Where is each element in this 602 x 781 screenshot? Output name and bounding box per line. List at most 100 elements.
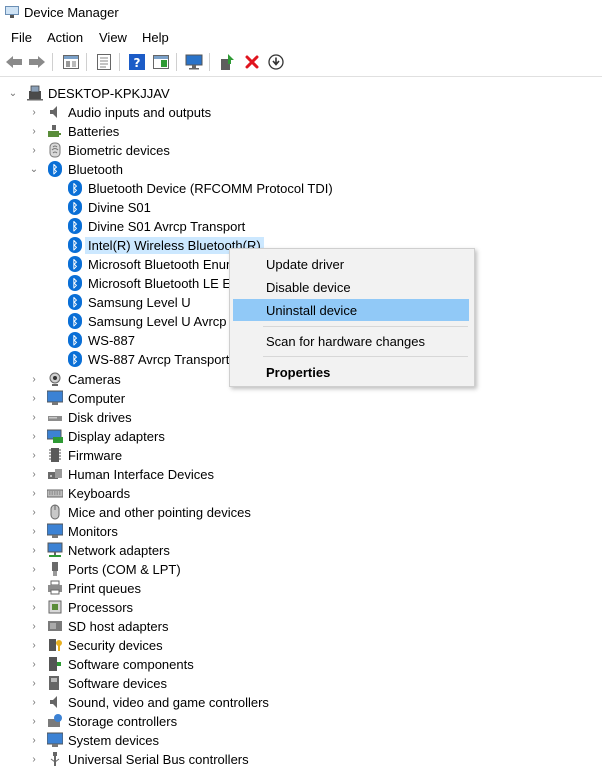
- computer-icon: [47, 390, 63, 405]
- context-menu: Update driver Disable device Uninstall d…: [229, 248, 475, 387]
- tree-category-disk-drives[interactable]: › Disk drives: [0, 408, 300, 427]
- tree-category-processors[interactable]: › Processors: [0, 598, 300, 617]
- root-label: DESKTOP-KPKJJAV: [48, 86, 170, 101]
- chevron-right-icon[interactable]: ›: [29, 503, 39, 522]
- chevron-right-icon[interactable]: ›: [29, 103, 39, 122]
- software-component-icon: [49, 657, 61, 671]
- tree-category-computer[interactable]: › Computer: [0, 389, 300, 408]
- bluetooth-device-item[interactable]: ᛒ Divine S01 Avrcp Transport: [0, 217, 340, 236]
- tree-category-bluetooth[interactable]: ⌄ ᛒ Bluetooth: [0, 160, 300, 179]
- printer-icon: [48, 580, 62, 595]
- display-adapter-icon: [47, 429, 63, 443]
- tree-category-software-devices[interactable]: › Software devices: [0, 674, 300, 693]
- chevron-right-icon[interactable]: ›: [29, 141, 39, 160]
- mouse-icon: [50, 504, 60, 520]
- tree-category-biometric[interactable]: › Biometric devices: [0, 141, 300, 160]
- tree-category-batteries[interactable]: › Batteries: [0, 122, 300, 141]
- bluetooth-device-item[interactable]: ᛒ Bluetooth Device (RFCOMM Protocol TDI): [0, 179, 340, 198]
- tree-category-keyboards[interactable]: › Keyboards: [0, 484, 300, 503]
- usb-icon: [50, 752, 60, 766]
- properties-grid-icon[interactable]: [60, 51, 82, 73]
- fingerprint-icon: [49, 142, 61, 158]
- svg-text:?: ?: [134, 56, 141, 70]
- keyboard-icon: [47, 489, 63, 498]
- chevron-right-icon[interactable]: ›: [29, 750, 39, 769]
- chevron-right-icon[interactable]: ›: [29, 560, 39, 579]
- uninstall-device-menu-item[interactable]: Uninstall device: [233, 299, 469, 321]
- help-icon[interactable]: ?: [126, 51, 148, 73]
- disable-device-menu-item[interactable]: Disable device: [233, 276, 469, 298]
- speaker-icon: [50, 106, 57, 118]
- battery-icon: [48, 125, 61, 137]
- download-circle-icon[interactable]: [265, 51, 287, 73]
- tree-category-firmware[interactable]: › Firmware: [0, 446, 300, 465]
- chevron-right-icon[interactable]: ›: [29, 370, 39, 389]
- bluetooth-icon: ᛒ: [68, 180, 84, 196]
- security-key-icon: [49, 639, 62, 651]
- tree-category-audio[interactable]: › Audio inputs and outputs: [0, 103, 300, 122]
- chevron-right-icon[interactable]: ›: [29, 598, 39, 617]
- forward-arrow-icon[interactable]: [26, 51, 48, 73]
- storage-controller-icon: [48, 714, 62, 727]
- update-driver-icon[interactable]: [217, 51, 239, 73]
- tree-category-display-adapters[interactable]: › Display adapters: [0, 427, 300, 446]
- chevron-down-icon[interactable]: ⌄: [29, 160, 39, 179]
- tree-category-sd-host[interactable]: › SD host adapters: [0, 617, 300, 636]
- menu-separator: [263, 356, 468, 357]
- scan-hardware-menu-item[interactable]: Scan for hardware changes: [233, 330, 469, 352]
- chevron-right-icon[interactable]: ›: [29, 465, 39, 484]
- tree-category-mice[interactable]: › Mice and other pointing devices: [0, 503, 300, 522]
- menu-bar: File Action View Help: [0, 26, 602, 48]
- chevron-right-icon[interactable]: ›: [29, 636, 39, 655]
- tree-category-monitors[interactable]: › Monitors: [0, 522, 300, 541]
- firmware-chip-icon: [49, 448, 61, 462]
- bluetooth-device-item[interactable]: ᛒ Divine S01: [0, 198, 340, 217]
- tree-category-system-devices[interactable]: › System devices: [0, 731, 300, 750]
- tree-category-storage[interactable]: › Storage controllers: [0, 712, 300, 731]
- tree-category-print-queues[interactable]: › Print queues: [0, 579, 300, 598]
- properties-menu-item[interactable]: Properties: [233, 361, 469, 383]
- chevron-right-icon[interactable]: ›: [29, 655, 39, 674]
- port-icon: [52, 562, 58, 576]
- chevron-right-icon[interactable]: ›: [29, 484, 39, 503]
- tree-root[interactable]: ⌄ DESKTOP-KPKJJAV: [0, 84, 300, 103]
- chevron-right-icon[interactable]: ›: [29, 541, 39, 560]
- bluetooth-icon: ᛒ: [68, 332, 84, 348]
- chevron-right-icon[interactable]: ›: [29, 731, 39, 750]
- chevron-right-icon[interactable]: ›: [29, 427, 39, 446]
- tree-category-network[interactable]: › Network adapters: [0, 541, 300, 560]
- chevron-right-icon[interactable]: ›: [29, 522, 39, 541]
- chevron-right-icon[interactable]: ›: [29, 122, 39, 141]
- bluetooth-icon: ᛒ: [68, 294, 84, 310]
- chevron-right-icon[interactable]: ›: [29, 617, 39, 636]
- sd-card-icon: [48, 621, 62, 631]
- tree-category-hid[interactable]: › Human Interface Devices: [0, 465, 300, 484]
- chevron-down-icon[interactable]: ⌄: [8, 84, 18, 103]
- panel-icon[interactable]: [150, 51, 172, 73]
- toolbar: ?: [0, 48, 602, 76]
- tree-category-software-components[interactable]: › Software components: [0, 655, 300, 674]
- uninstall-x-icon[interactable]: [241, 51, 263, 73]
- chevron-right-icon[interactable]: ›: [29, 693, 39, 712]
- menu-view[interactable]: View: [99, 30, 127, 45]
- menu-help[interactable]: Help: [142, 30, 169, 45]
- chevron-right-icon[interactable]: ›: [29, 712, 39, 731]
- chevron-right-icon[interactable]: ›: [29, 446, 39, 465]
- camera-icon: [49, 372, 61, 386]
- chevron-right-icon[interactable]: ›: [29, 389, 39, 408]
- tree-category-sound[interactable]: › Sound, video and game controllers: [0, 693, 320, 712]
- tree-category-usb[interactable]: › Universal Serial Bus controllers: [0, 750, 300, 769]
- category-label: Batteries: [68, 124, 120, 139]
- tree-category-ports[interactable]: › Ports (COM & LPT): [0, 560, 300, 579]
- back-arrow-icon[interactable]: [3, 51, 25, 73]
- menu-action[interactable]: Action: [47, 30, 83, 45]
- tree-category-security[interactable]: › Security devices: [0, 636, 300, 655]
- chevron-right-icon[interactable]: ›: [29, 408, 39, 427]
- monitor-icon[interactable]: [183, 51, 205, 73]
- chevron-right-icon[interactable]: ›: [29, 674, 39, 693]
- update-driver-menu-item[interactable]: Update driver: [233, 253, 469, 275]
- sheet-icon[interactable]: [93, 51, 115, 73]
- bluetooth-icon: ᛒ: [48, 161, 64, 177]
- chevron-right-icon[interactable]: ›: [29, 579, 39, 598]
- menu-file[interactable]: File: [11, 30, 32, 45]
